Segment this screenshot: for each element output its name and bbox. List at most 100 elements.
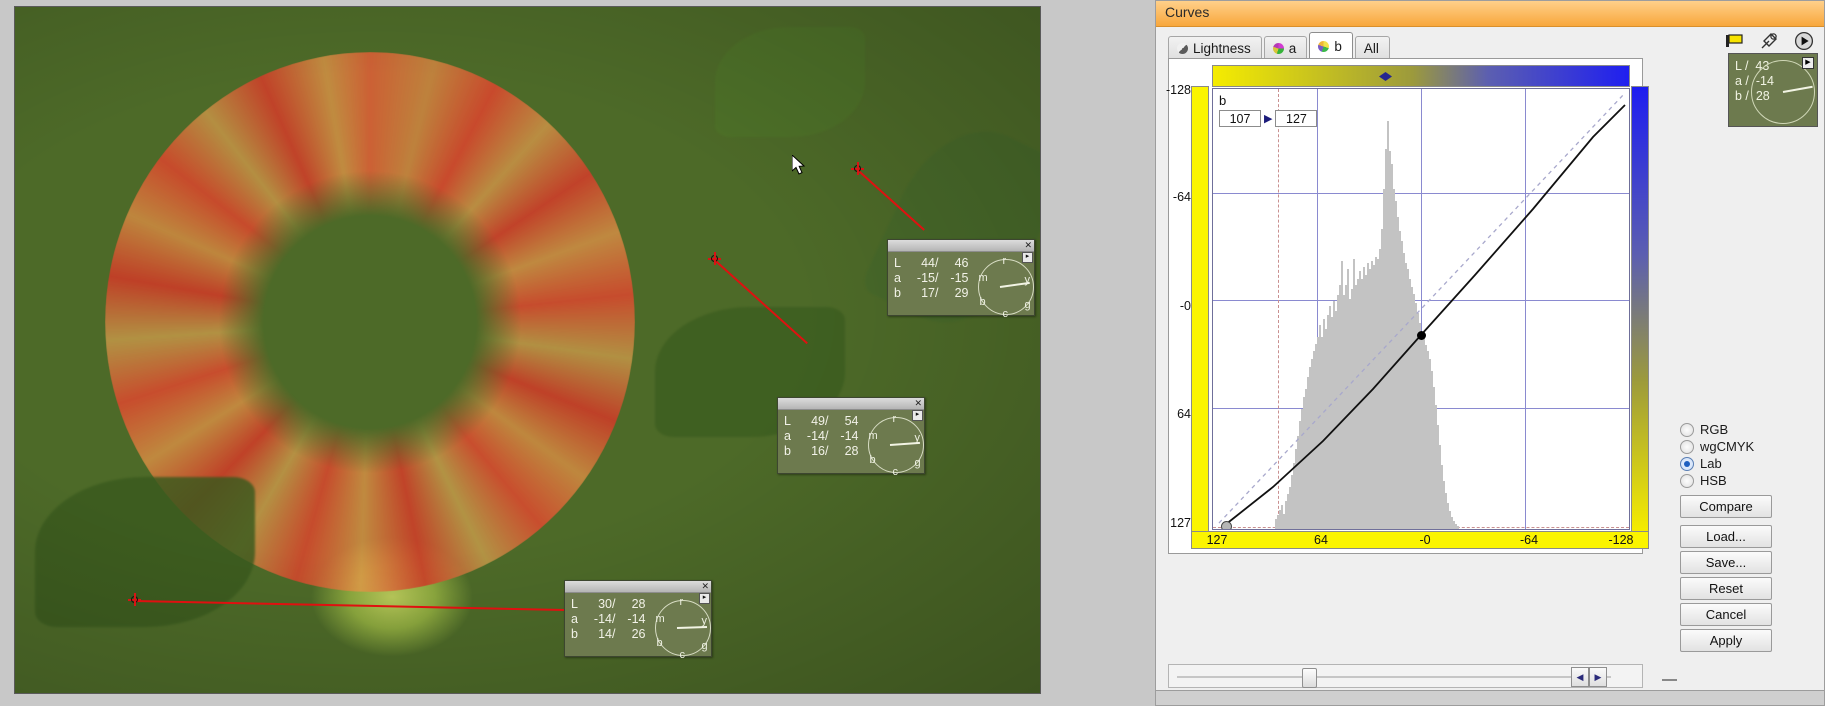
readout-values: L 49/54 a -14/-14 b 16/28 [784, 414, 859, 458]
color-readout-panel[interactable]: ✕ ▸ L 30/28 a -14/-14 b 14/26 r y g c b … [564, 580, 712, 661]
wheel-label-r: r [679, 596, 684, 608]
curve-plot-area[interactable] [1212, 88, 1630, 530]
apply-button[interactable]: Apply [1680, 629, 1772, 652]
photo-frame[interactable]: ✕ ▸ L 44/46 a -15/-15 b 17/29 r y g c b … [14, 6, 1041, 694]
sample-marker[interactable] [708, 252, 721, 265]
readout-values: L 30/28 a -14/-14 b 14/26 [571, 597, 646, 641]
value-before: -14 [593, 612, 612, 626]
x-tick-label: 127 [1206, 533, 1228, 547]
output-axis-gradient [1191, 86, 1209, 532]
value-before: 44 [921, 256, 935, 270]
gradient-marker-icon[interactable] [1379, 72, 1392, 81]
value-before: -15 [916, 271, 935, 285]
wheel-label-c: c [679, 649, 685, 661]
app-root: ✕ ▸ L 44/46 a -15/-15 b 17/29 r y g c b … [0, 0, 1825, 706]
histogram-bars [1275, 121, 1459, 529]
compare-button[interactable]: Compare [1680, 495, 1772, 518]
input-value-field[interactable]: 107 [1219, 110, 1261, 127]
flag-icon[interactable] [1724, 31, 1746, 51]
play-icon[interactable] [1794, 31, 1816, 51]
value-before: 16 [811, 444, 825, 458]
channel-tabs: Lightness a b All [1168, 32, 1392, 59]
colorspace-radio-group: RGB wgCMYK Lab HSB [1680, 421, 1754, 489]
input-axis-gradient [1631, 86, 1649, 532]
value-before: 30 [598, 597, 612, 611]
channel-a-swatch-icon [1272, 42, 1284, 54]
radio-rgb[interactable]: RGB [1680, 421, 1754, 438]
curve-control-point-selected[interactable] [1416, 330, 1426, 340]
value-after: 28 [844, 444, 859, 458]
radio-hsb[interactable]: HSB [1680, 472, 1754, 489]
expand-icon[interactable]: ▶ [1802, 57, 1814, 69]
radio-label: RGB [1700, 422, 1729, 437]
wheel-label-g: g [1024, 299, 1031, 311]
radio-dot-icon [1680, 422, 1694, 437]
value-before: 49 [811, 414, 825, 428]
tab-a[interactable]: a [1263, 36, 1308, 59]
action-buttons: Compare Load... Save... Reset Cancel App… [1680, 495, 1772, 655]
wheel-label-g: g [914, 457, 921, 469]
lightness-swatch-icon [1177, 42, 1188, 54]
close-icon[interactable]: ✕ [1024, 240, 1032, 250]
close-icon[interactable]: ✕ [701, 581, 709, 591]
channel-label: L [784, 414, 791, 428]
radio-label: Lab [1700, 456, 1722, 471]
radio-wgcmyk[interactable]: wgCMYK [1680, 438, 1754, 455]
tab-b[interactable]: b [1309, 32, 1353, 59]
radio-label: HSB [1700, 473, 1727, 488]
tab-label: a [1288, 40, 1297, 56]
wheel-label-b: b [869, 454, 876, 466]
wheel-label-c: c [1002, 308, 1008, 320]
image-pane: ✕ ▸ L 44/46 a -15/-15 b 17/29 r y g c b … [0, 0, 1155, 706]
output-gradient-bar[interactable] [1212, 65, 1630, 87]
radio-dot-icon [1680, 473, 1694, 488]
sample-marker[interactable] [128, 593, 141, 606]
slider-right-arrow-icon[interactable]: ▶ [1589, 667, 1607, 687]
channel-label: L [571, 597, 578, 611]
color-info-box[interactable]: ▶ L / 43 a / -14 b / 28 [1728, 53, 1818, 127]
channel-label: a [571, 612, 578, 626]
value-after: -14 [627, 612, 646, 626]
color-readout-panel[interactable]: ✕ ▸ L 44/46 a -15/-15 b 17/29 r y g c b … [887, 239, 1035, 320]
channel-label: a [894, 271, 901, 285]
radio-lab[interactable]: Lab [1680, 455, 1754, 472]
y-tick-label: -128 [1165, 83, 1191, 97]
wheel-label-b: b [979, 296, 986, 308]
radio-dot-icon [1680, 456, 1694, 471]
value-after: 54 [844, 414, 859, 428]
curve-control-point[interactable] [1220, 520, 1232, 529]
y-tick-label: -64 [1172, 190, 1191, 204]
value-after: -14 [840, 429, 859, 443]
color-readout-panel[interactable]: ✕ ▸ L 49/54 a -14/-14 b 16/28 r y g c b … [777, 397, 925, 478]
output-value-field[interactable]: 127 [1275, 110, 1318, 127]
zoom-slider-row[interactable]: ◀ ▶ [1168, 664, 1643, 688]
value-before: -14 [806, 429, 825, 443]
arrow-right-icon: ▶ [1264, 113, 1273, 125]
readout-titlebar: ✕ [565, 581, 711, 593]
value-after: 26 [631, 627, 646, 641]
dahlia-photo[interactable] [15, 7, 1040, 693]
y-tick-label: -0 [1179, 299, 1191, 313]
readout-titlebar: ✕ [888, 240, 1034, 252]
slider-track[interactable] [1177, 676, 1611, 678]
tab-lightness[interactable]: Lightness [1168, 36, 1262, 59]
wheel-label-m: m [978, 272, 988, 284]
sample-marker[interactable] [851, 162, 864, 175]
close-icon[interactable]: ✕ [914, 398, 922, 408]
dash-button[interactable]: — [1662, 671, 1677, 688]
photo-vignette [15, 7, 1040, 693]
load-button[interactable]: Load... [1680, 525, 1772, 548]
channel-label: b [784, 444, 791, 458]
tab-label: b [1334, 38, 1342, 54]
reset-button[interactable]: Reset [1680, 577, 1772, 600]
cancel-button[interactable]: Cancel [1680, 603, 1772, 626]
curve-graph-panel[interactable]: -128 -64 -0 64 127 127 64 -0 -64 -128 b … [1166, 58, 1649, 554]
slider-thumb[interactable] [1302, 668, 1317, 688]
save-button[interactable]: Save... [1680, 551, 1772, 574]
channel-label: b [571, 627, 578, 641]
curves-window: Curves Lightness a b All -128 -64 -0 64 … [1155, 0, 1825, 706]
slider-left-arrow-icon[interactable]: ◀ [1571, 667, 1589, 687]
y-tick-label: 127 [1170, 516, 1191, 530]
eyedropper-icon[interactable] [1759, 31, 1781, 51]
tab-all[interactable]: All [1354, 36, 1390, 59]
